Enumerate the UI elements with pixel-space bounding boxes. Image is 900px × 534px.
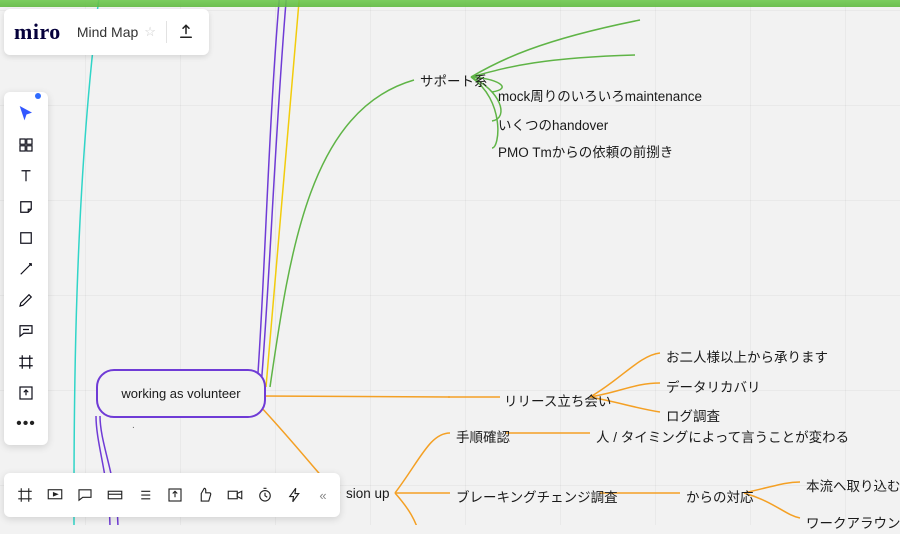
board-header: miro Mind Map ☆ — [4, 9, 209, 55]
timer-icon[interactable] — [250, 473, 280, 517]
node-release-two[interactable]: お二人様以上から承ります — [662, 344, 832, 368]
chat-icon[interactable] — [70, 473, 100, 517]
templates-icon[interactable] — [4, 129, 48, 160]
node-release-data[interactable]: データリカバリ — [662, 374, 765, 398]
node-mock[interactable]: mock周りのいろいろmaintenance — [494, 83, 706, 107]
toolbar-left: ••• — [4, 92, 48, 445]
star-icon[interactable]: ☆ — [144, 24, 156, 40]
node-breaking-mainline[interactable]: 本流へ取り込む努力 — [802, 473, 900, 497]
node-release[interactable]: リリース立ち会い — [500, 388, 615, 412]
miro-logo[interactable]: miro — [14, 19, 61, 45]
bolt-icon[interactable] — [280, 473, 310, 517]
video-icon[interactable] — [220, 473, 250, 517]
node-procedure[interactable]: 手順確認 — [452, 424, 514, 448]
shape-icon[interactable] — [4, 222, 48, 253]
pen-tool-icon[interactable] — [4, 284, 48, 315]
export-icon[interactable] — [177, 23, 195, 41]
node-pmo[interactable]: PMO Tmからの依頼の前捌き — [494, 139, 677, 163]
card-icon[interactable] — [100, 473, 130, 517]
text-tool-icon[interactable] — [4, 160, 48, 191]
toolbar-bottom: « — [4, 473, 340, 517]
node-breaking-workaround[interactable]: ワークアラウンド対応 — [802, 510, 900, 534]
frame-tool-icon[interactable] — [10, 473, 40, 517]
node-support[interactable]: サポート系 — [416, 68, 492, 92]
present-icon[interactable] — [40, 473, 70, 517]
node-procedure-child[interactable]: 人 / タイミングによって言うことが変わる — [592, 424, 853, 448]
root-node[interactable]: working as volunteer — [96, 369, 266, 418]
more-tools-icon[interactable]: ••• — [4, 408, 48, 439]
board-name[interactable]: Mind Map — [77, 24, 138, 40]
separator — [166, 21, 167, 43]
comment-icon[interactable] — [4, 315, 48, 346]
root-node-label: working as volunteer — [121, 386, 240, 401]
node-handle: . — [132, 420, 135, 431]
collapse-toolbar-icon[interactable]: « — [312, 473, 334, 517]
node-handover[interactable]: いくつのhandover — [494, 112, 612, 136]
upload-tool-icon[interactable] — [4, 377, 48, 408]
thumbs-up-icon[interactable] — [190, 473, 220, 517]
node-sionup[interactable]: sion up — [342, 484, 394, 503]
frame-icon[interactable] — [4, 346, 48, 377]
notification-bar[interactable] — [0, 0, 900, 7]
share-icon[interactable] — [160, 473, 190, 517]
node-breaking[interactable]: ブレーキングチェンジ調査 — [452, 484, 622, 508]
cursor-tool-icon[interactable] — [4, 98, 48, 129]
list-icon[interactable] — [130, 473, 160, 517]
sticky-note-icon[interactable] — [4, 191, 48, 222]
line-tool-icon[interactable] — [4, 253, 48, 284]
node-breaking-response[interactable]: からの対応 — [682, 484, 758, 508]
